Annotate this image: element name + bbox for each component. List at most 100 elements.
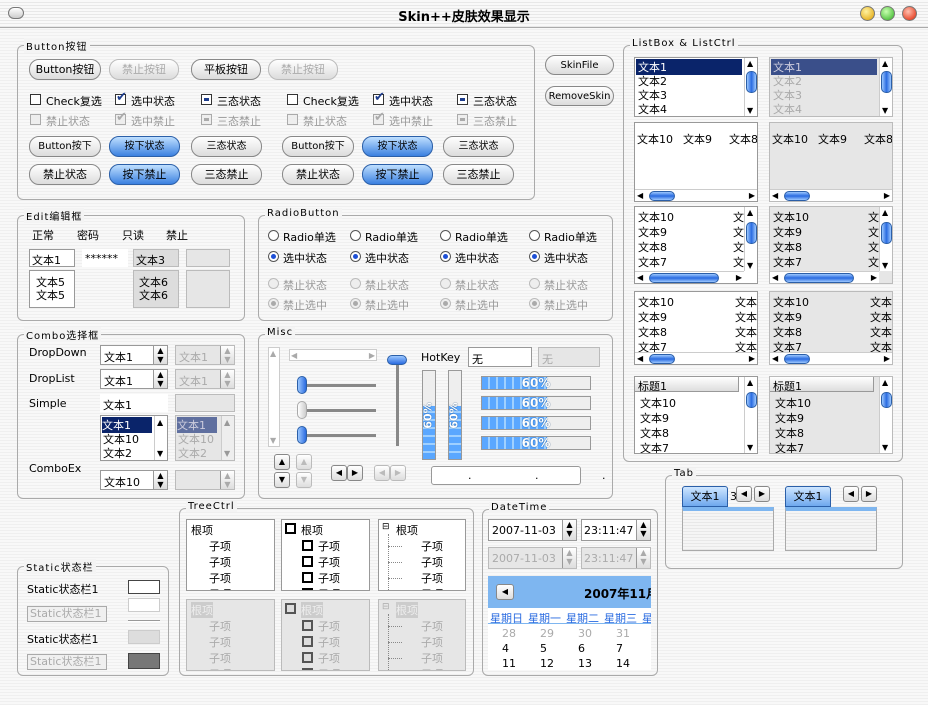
listbox-item[interactable]: 文本4: [636, 101, 667, 116]
tree-view[interactable]: 根项子项子项子项子项: [186, 519, 275, 591]
calendar-day[interactable]: 29: [540, 627, 554, 640]
spin-up-icon[interactable]: ▲: [274, 454, 290, 470]
combo-dropdown-arrow-icon[interactable]: ▲ ▼: [153, 346, 167, 364]
button-row3-2[interactable]: 三态状态: [191, 136, 262, 157]
slider-thumb[interactable]: [297, 376, 307, 394]
scroll-thumb[interactable]: [649, 354, 675, 364]
tree-child-item[interactable]: 子项: [209, 554, 231, 570]
tab-label[interactable]: 文本1: [691, 490, 720, 503]
tree-root-item[interactable]: 根项: [301, 522, 323, 538]
listbox[interactable]: 文本1 文本2 文本3 文本4 ▲ ▼: [634, 57, 758, 117]
checkbox[interactable]: [30, 94, 41, 105]
scroll-left-icon[interactable]: ◀: [637, 273, 643, 282]
listctrl-row-cell[interactable]: 文本10: [638, 294, 674, 310]
scroll-right-icon[interactable]: ▶: [749, 354, 755, 363]
listctrl-vscrollbar[interactable]: ▲ ▼: [744, 377, 757, 453]
listctrl-row-cell[interactable]: 文本8: [640, 425, 669, 441]
tree-child-item[interactable]: 子项: [318, 570, 340, 586]
scroll-left-icon[interactable]: ◀: [637, 354, 643, 363]
calendar-day[interactable]: 4: [502, 642, 509, 655]
radio-button-selected[interactable]: [529, 251, 540, 262]
calendar-day[interactable]: 30: [578, 627, 592, 640]
listbox-scrollbar[interactable]: ▲ ▼: [744, 58, 757, 116]
radio-button[interactable]: [350, 230, 361, 241]
listctrl-row-cell[interactable]: 文本: [735, 324, 757, 340]
combo-simple-scrollbar[interactable]: ▲ ▼: [154, 416, 167, 460]
skinfile-button[interactable]: SkinFile: [545, 55, 614, 75]
listctrl-vscrollbar[interactable]: ▲ ▼: [744, 207, 757, 271]
combo-comboex-arrow-icon[interactable]: ▲ ▼: [153, 471, 167, 489]
tree-child-item[interactable]: 子项: [421, 538, 443, 554]
checkbox[interactable]: ✔: [373, 91, 385, 105]
listctrl-item[interactable]: 文本8: [729, 131, 757, 147]
calendar-day[interactable]: 6: [578, 642, 585, 655]
listctrl-icon-view[interactable]: 文本10 文本9 文本8 ◀ ▶: [634, 122, 758, 202]
listctrl-hscrollbar[interactable]: ◀ ▶: [635, 189, 757, 201]
listctrl-header-label[interactable]: 标题1: [638, 378, 667, 394]
button-row1-0[interactable]: Button按钮: [29, 59, 101, 80]
calendar-day[interactable]: 12: [540, 657, 554, 670]
listctrl-row-cell[interactable]: 文本10: [640, 395, 676, 411]
tree-root-item[interactable]: 根项: [396, 522, 418, 538]
tree-child-item[interactable]: 子项: [421, 586, 443, 590]
tree-child-item[interactable]: 子项: [209, 538, 231, 554]
time-picker[interactable]: 23:11:47 ▲ ▼: [581, 519, 651, 541]
button-row3-5[interactable]: 三态状态: [443, 136, 514, 157]
checkbox[interactable]: ✔: [115, 91, 127, 105]
listctrl-row-cell[interactable]: 文本8: [638, 324, 667, 340]
tree-child-item[interactable]: 子项: [318, 554, 340, 570]
listctrl-row-cell[interactable]: 文本: [735, 309, 757, 325]
scroll-down-icon[interactable]: ▼: [747, 261, 753, 270]
tab-scroll-left-icon[interactable]: ◀: [736, 486, 752, 502]
combo-dropdown[interactable]: 文本1 ▲ ▼: [100, 345, 168, 365]
checkbox[interactable]: [457, 94, 468, 105]
tree-child-item[interactable]: 子项: [421, 554, 443, 570]
date-picker[interactable]: 2007-11-03 ▲ ▼: [488, 519, 577, 541]
checkbox[interactable]: [287, 94, 298, 105]
scroll-right-icon[interactable]: ▶: [749, 191, 755, 200]
edit-multiline-normal[interactable]: 文本5 文本5: [29, 270, 75, 308]
tree-child-item[interactable]: 子项: [421, 570, 443, 586]
edit-normal-field[interactable]: 文本1: [29, 249, 75, 267]
edit-readonly-field[interactable]: 文本3: [133, 249, 179, 267]
combo-droplist-arrow-icon[interactable]: ▲ ▼: [153, 370, 167, 388]
listctrl-row-cell[interactable]: 文本8: [638, 239, 667, 255]
listctrl-row-cell[interactable]: 文本7: [638, 254, 667, 270]
listctrl-row-cell[interactable]: 文本9: [638, 309, 667, 325]
tree-view[interactable]: 根项子项子项子项子项: [281, 519, 370, 591]
calendar-day[interactable]: 14: [616, 657, 630, 670]
calendar-day[interactable]: 5: [540, 642, 547, 655]
radio-button-selected[interactable]: [440, 251, 451, 262]
hotkey-field[interactable]: 无: [468, 347, 532, 367]
combo-simple-item[interactable]: 文本2: [103, 445, 132, 461]
button-row3-3[interactable]: Button按下: [282, 136, 354, 157]
listctrl-with-header[interactable]: 标题1 文本10 文本9 文本8 文本7 ▲ ▼: [634, 376, 758, 454]
tab-scroll-right-icon[interactable]: ▶: [754, 486, 770, 502]
time-picker-spin-icon[interactable]: ▲ ▼: [636, 520, 650, 540]
tree-root-item[interactable]: 根项: [191, 522, 213, 538]
scroll-down-icon[interactable]: ▼: [747, 106, 753, 115]
radio-button[interactable]: [440, 230, 451, 241]
listctrl-item[interactable]: 文本9: [683, 131, 712, 147]
listctrl-header[interactable]: 标题1: [635, 377, 739, 394]
calendar-day[interactable]: 11: [502, 657, 516, 670]
calendar-day[interactable]: 31: [616, 627, 630, 640]
scroll-thumb[interactable]: [746, 71, 757, 93]
listctrl-hscrollbar[interactable]: ◀ ▶: [635, 271, 744, 283]
misc-vscrollbar[interactable]: ▲ ▼: [268, 347, 280, 447]
ip-address-field[interactable]: . . .: [431, 466, 605, 485]
listctrl-report[interactable]: 文本10 文本 文本9 文本 文本8 文本 文本7 文本 ◀ ▶: [634, 291, 758, 365]
edit-multiline-readonly[interactable]: 文本6 文本6: [133, 270, 179, 308]
listctrl-report[interactable]: 文本10文本文本9文本文本8文本文本7文本▲▼◀▶: [634, 206, 758, 284]
listctrl-item[interactable]: 文本10: [637, 131, 673, 147]
removeskin-button[interactable]: RemoveSkin: [545, 86, 614, 106]
edit-password-field[interactable]: ******: [82, 249, 128, 267]
button-row3-0[interactable]: Button按下: [29, 136, 101, 157]
month-calendar[interactable]: ◀ 2007年11月 星期日 星期一 星期二 星期三 星 28 29 30 31 4 5 6…: [488, 576, 651, 670]
tree-child-item[interactable]: 子项: [318, 538, 340, 554]
scroll-thumb[interactable]: [649, 191, 675, 201]
combo-simple-list[interactable]: 文本1 文本10 文本2 ▲ ▼: [100, 415, 168, 461]
tree-child-item[interactable]: 子项: [318, 586, 340, 590]
button-row3-4[interactable]: 按下状态: [362, 136, 433, 157]
listctrl-row-cell[interactable]: 文本10: [638, 209, 674, 225]
